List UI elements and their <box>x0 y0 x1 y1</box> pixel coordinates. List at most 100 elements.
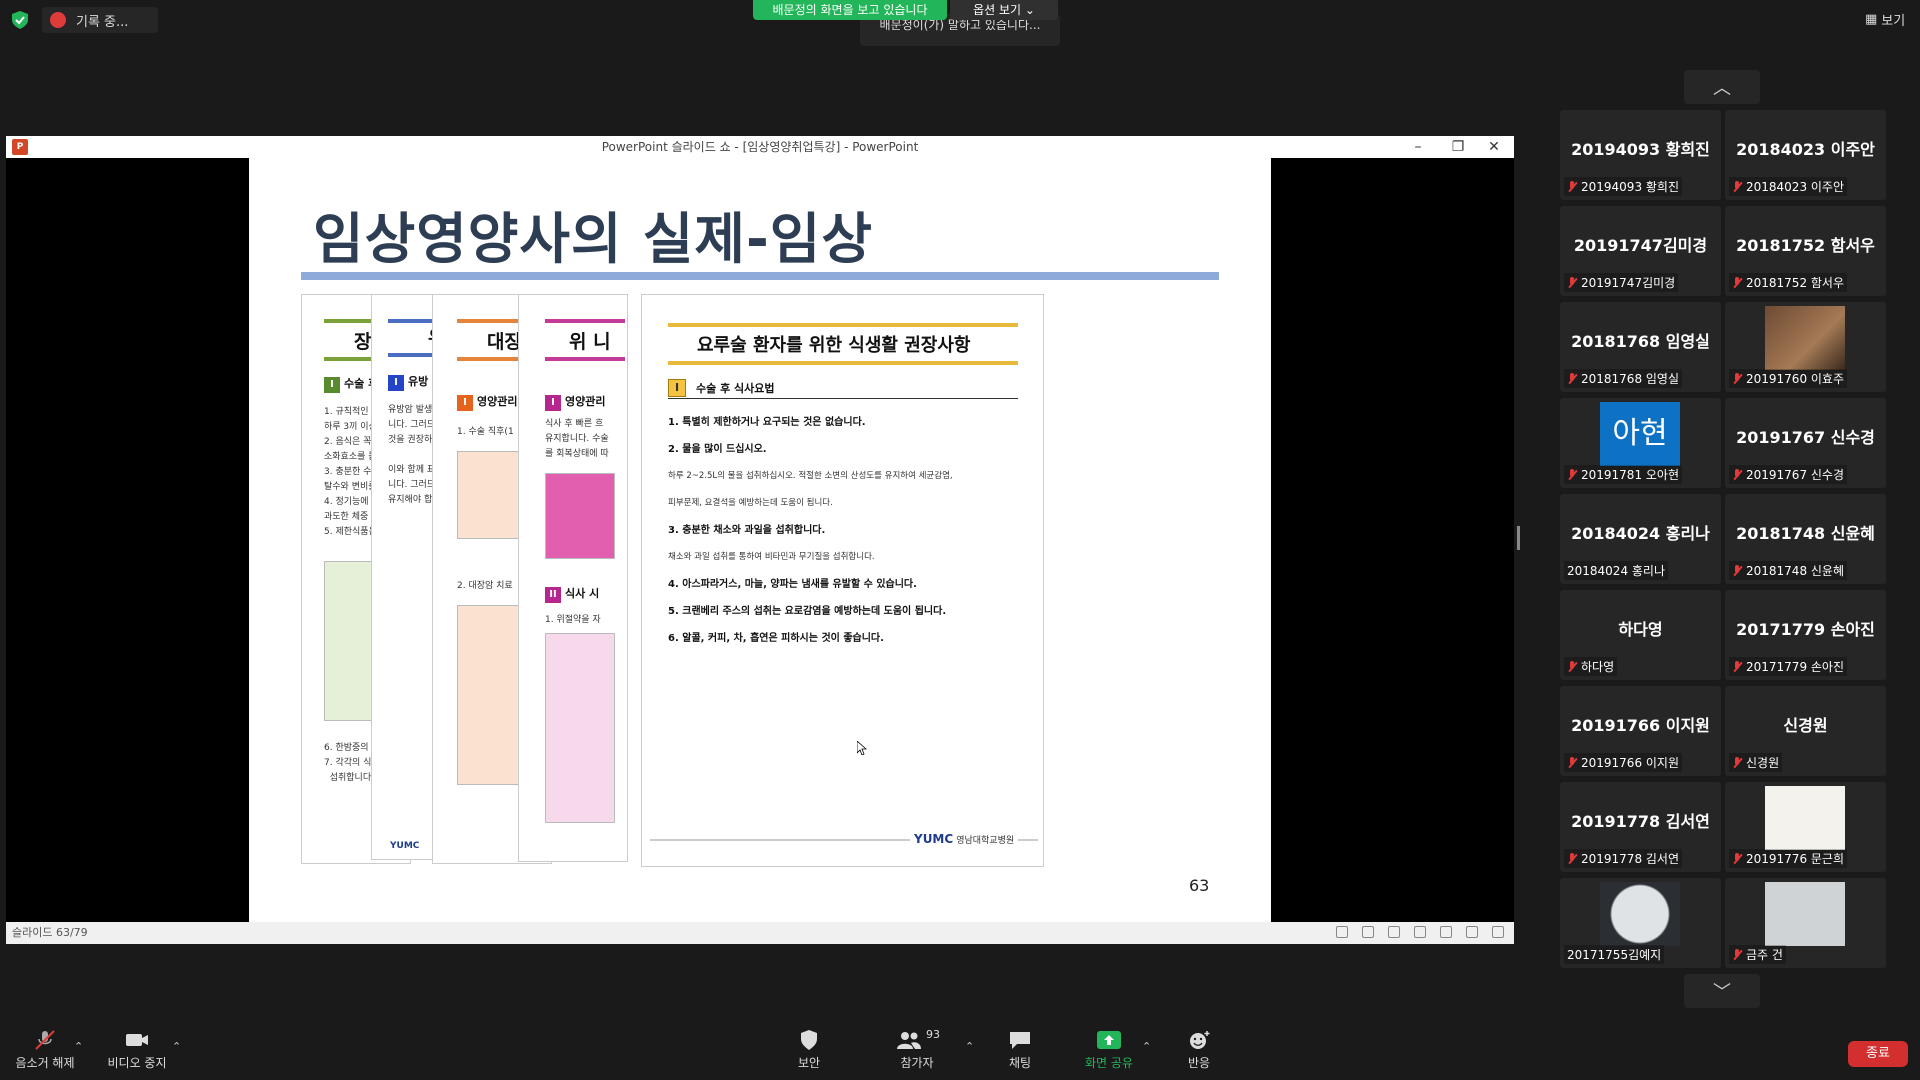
participant-tile[interactable]: 신경원 신경원 <box>1725 686 1886 776</box>
participant-tile[interactable]: 20184024 홍리나 20184024 홍리나 <box>1560 494 1721 584</box>
doc-bar <box>545 319 625 323</box>
end-meeting-button[interactable]: 종료 <box>1848 1041 1908 1067</box>
audio-options-caret[interactable]: ⌃ <box>74 1040 83 1053</box>
participant-tile[interactable]: 하다영 하다영 <box>1560 590 1721 680</box>
participant-name-label: 20191778 김서연 <box>1564 849 1683 868</box>
security-button[interactable]: 보안 <box>794 1030 824 1076</box>
section-number: I <box>668 379 686 397</box>
normal-view-icon[interactable] <box>1414 926 1426 938</box>
participant-name: 20171779 손아진 <box>1746 660 1845 674</box>
muted-mic-icon <box>1567 852 1577 865</box>
participant-display-name: 20184024 홍리나 <box>1571 524 1710 543</box>
participant-tile[interactable]: 20181768 임영실 20181768 임영실 <box>1560 302 1721 392</box>
share-options-caret[interactable]: ⌃ <box>1142 1040 1151 1053</box>
video-label: 비디오 중지 <box>107 1056 167 1070</box>
participant-tile[interactable]: 20191767 신수경 20191767 신수경 <box>1725 398 1886 488</box>
participant-name-label: 20191760 이효주 <box>1729 369 1848 388</box>
status-icons <box>1336 926 1504 938</box>
participant-name-label: 20184023 이주안 <box>1729 177 1848 196</box>
participant-display-name: 20181752 함서우 <box>1736 236 1875 255</box>
participant-avatar <box>1765 786 1845 850</box>
participant-display-name: 신경원 <box>1783 716 1828 735</box>
video-options-caret[interactable]: ⌃ <box>172 1040 181 1053</box>
participant-tile[interactable]: 20181748 신윤혜 20181748 신윤혜 <box>1725 494 1886 584</box>
participant-tile[interactable]: 금주 건 <box>1725 878 1886 968</box>
minimize-icon[interactable]: – <box>1402 136 1434 158</box>
muted-mic-icon <box>1567 660 1577 673</box>
doc-top-rule <box>668 323 1018 327</box>
next-slide-icon[interactable] <box>1388 926 1400 938</box>
doc-text: 2. 대장암 치료 <box>457 581 513 591</box>
gallery-up-button[interactable]: ︿ <box>1684 70 1760 104</box>
muted-mic-icon <box>1732 372 1742 385</box>
doc-table <box>545 473 615 559</box>
restore-icon[interactable]: ❐ <box>1442 136 1474 158</box>
notes-icon[interactable] <box>1362 926 1374 938</box>
chat-button[interactable]: 채팅 <box>1005 1030 1035 1076</box>
participant-name-label: 20171779 손아진 <box>1729 657 1848 676</box>
participant-name-label: 신경원 <box>1729 753 1783 772</box>
participant-name: 20181748 신윤혜 <box>1746 564 1845 578</box>
view-options-button[interactable]: 옵션 보기 ⌄ <box>950 0 1058 20</box>
stop-video-button[interactable]: 비디오 중지 <box>106 1030 168 1076</box>
participant-tile[interactable]: 20191778 김서연 20191778 김서연 <box>1560 782 1721 872</box>
list-item: 채소와 과일 섭취를 통하여 비타민과 무기질을 섭취합니다. <box>668 552 875 562</box>
slideshow-icon[interactable] <box>1492 926 1504 938</box>
participant-name: 20194093 황희진 <box>1581 180 1680 194</box>
participant-tile[interactable]: 20171779 손아진 20171779 손아진 <box>1725 590 1886 680</box>
participant-tile[interactable]: 20194093 황희진 20194093 황희진 <box>1560 110 1721 200</box>
participant-avatar <box>1600 882 1680 946</box>
participant-tile[interactable]: 20181752 함서우 20181752 함서우 <box>1725 206 1886 296</box>
video-camera-icon <box>126 1034 148 1046</box>
participant-tile[interactable]: 20191760 이효주 <box>1725 302 1886 392</box>
recording-indicator[interactable]: 기록 중... <box>42 7 158 33</box>
security-label: 보안 <box>797 1056 821 1070</box>
participant-display-name: 20191747김미경 <box>1573 236 1708 255</box>
participant-name: 20171755김예지 <box>1567 948 1662 962</box>
unmute-button[interactable]: 음소거 해제 <box>14 1030 76 1076</box>
close-icon[interactable]: ✕ <box>1478 136 1510 158</box>
sorter-view-icon[interactable] <box>1440 926 1452 938</box>
participants-options-caret[interactable]: ⌃ <box>965 1040 974 1053</box>
participant-tile[interactable]: 20191747김미경 20191747김미경 <box>1560 206 1721 296</box>
participant-name-label: 20191747김미경 <box>1564 273 1679 292</box>
muted-mic-icon <box>1732 756 1742 769</box>
muted-mic-icon <box>1567 180 1577 193</box>
participant-tile[interactable]: 20191766 이지원 20191766 이지원 <box>1560 686 1721 776</box>
participant-display-name: 20181768 임영실 <box>1571 332 1710 351</box>
doc-text: 1. 수술 직후(1 <box>457 427 514 437</box>
doc-heading: 대장 <box>487 331 522 353</box>
participants-count: 93 <box>926 1028 940 1041</box>
participant-tile[interactable]: 아현 20191781 오아현 <box>1560 398 1721 488</box>
reading-view-icon[interactable] <box>1466 926 1478 938</box>
slide-title: 임상영양사의 실제-임상 <box>313 207 873 271</box>
list-item: 3. 충분한 채소와 과일을 섭취합니다. <box>668 525 826 536</box>
share-screen-icon <box>1097 1031 1121 1049</box>
share-screen-button[interactable]: 화면 공유 <box>1080 1030 1138 1076</box>
participant-name-label: 금주 건 <box>1729 945 1786 964</box>
doc-section: I 영양관리 <box>457 393 517 411</box>
gallery-down-button[interactable]: ﹀ <box>1684 974 1760 1008</box>
doc-logo: YUMC <box>390 841 420 851</box>
muted-mic-icon <box>1732 948 1742 961</box>
powerpoint-logo-icon: P <box>12 139 28 155</box>
list-item: 1. 특별히 제한하거나 요구되는 것은 없습니다. <box>668 417 866 428</box>
prev-slide-icon[interactable] <box>1336 926 1348 938</box>
slide-counter: 슬라이드 63/79 <box>12 926 88 939</box>
reactions-button[interactable]: 반응 <box>1184 1030 1214 1076</box>
view-button[interactable]: ▦ 보기 <box>1865 10 1905 29</box>
main-doc-section: I 수술 후 식사요법 <box>668 379 775 397</box>
participant-display-name: 20171779 손아진 <box>1736 620 1875 639</box>
list-item: 4. 아스파라거스, 마늘, 양파는 냄새를 유발할 수 있습니다. <box>668 579 917 590</box>
participant-display-name: 20184023 이주안 <box>1736 140 1875 159</box>
viewing-share-indicator: 배문정의 화면을 보고 있습니다 <box>753 0 947 20</box>
share-label: 화면 공유 <box>1085 1056 1133 1070</box>
participant-tile[interactable]: 20171755김예지 <box>1560 878 1721 968</box>
participant-tile[interactable]: 20191776 문근희 <box>1725 782 1886 872</box>
participant-name-label: 20181748 신윤혜 <box>1729 561 1848 580</box>
chevron-up-icon: ︿ <box>1713 78 1731 99</box>
participant-tile[interactable]: 20184023 이주안 20184023 이주안 <box>1725 110 1886 200</box>
participants-button[interactable]: 93 참가자 <box>892 1028 942 1076</box>
panel-resize-handle[interactable] <box>1517 526 1520 550</box>
muted-mic-icon <box>1732 660 1742 673</box>
